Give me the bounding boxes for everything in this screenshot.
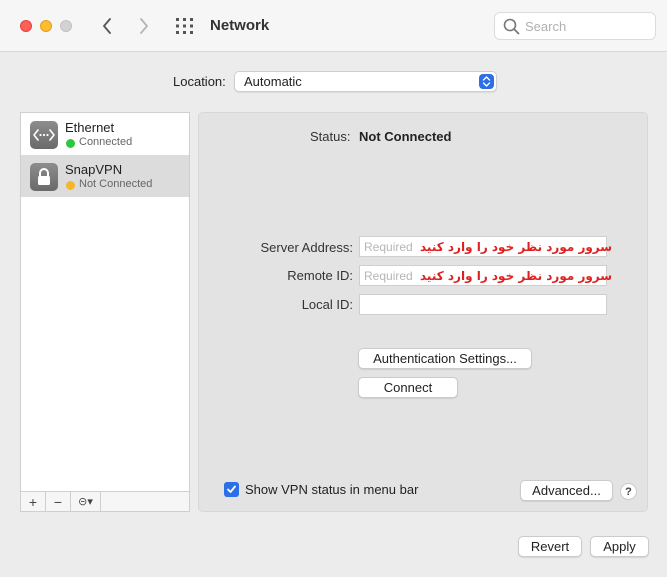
lock-icon <box>30 163 58 191</box>
close-window-button[interactable] <box>20 20 32 32</box>
help-button[interactable]: ? <box>620 483 637 500</box>
window-title: Network <box>210 17 270 34</box>
show-vpn-status-checkbox[interactable] <box>224 482 239 497</box>
service-list-toolbar: + − ⊝▾ <box>20 491 190 512</box>
location-label: Location: <box>173 74 226 89</box>
service-list[interactable]: Ethernet Connected SnapVPN Not Connected <box>20 112 190 492</box>
zoom-window-button[interactable] <box>60 20 72 32</box>
server-address-field[interactable]: سرور مورد نظر خود را وارد کنید <box>359 236 612 257</box>
grid-icon <box>176 18 193 34</box>
advanced-button[interactable]: Advanced... <box>520 480 613 501</box>
add-service-button[interactable]: + <box>21 492 46 511</box>
revert-button[interactable]: Revert <box>518 536 582 557</box>
server-address-label: Server Address: <box>260 240 354 255</box>
local-id-field[interactable] <box>359 294 607 315</box>
apply-button[interactable]: Apply <box>590 536 649 557</box>
updown-stepper-icon <box>479 74 494 89</box>
service-name: Ethernet <box>65 120 115 135</box>
status-dot-icon <box>66 139 75 148</box>
location-select[interactable]: Automatic <box>234 71 497 92</box>
chevron-right-icon <box>140 18 148 34</box>
back-button[interactable] <box>96 14 118 38</box>
status-dot-icon <box>66 181 75 190</box>
chevron-left-icon <box>103 18 111 34</box>
remove-service-button[interactable]: − <box>46 492 71 511</box>
service-item-ethernet[interactable]: Ethernet Connected <box>21 113 189 155</box>
service-item-snapvpn[interactable]: SnapVPN Not Connected <box>21 155 189 197</box>
service-name: SnapVPN <box>65 162 123 177</box>
local-id-input[interactable] <box>360 295 606 314</box>
status-label: Status: <box>310 129 351 144</box>
service-actions-menu-button[interactable]: ⊝▾ <box>71 492 101 511</box>
connect-button[interactable]: Connect <box>358 377 458 398</box>
search-field[interactable] <box>494 12 656 40</box>
remote-id-field[interactable]: سرور مورد نظر خود را وارد کنید <box>359 265 612 286</box>
local-id-label: Local ID: <box>301 297 353 312</box>
show-vpn-status-label: Show VPN status in menu bar <box>245 482 419 497</box>
forward-button[interactable] <box>133 14 155 38</box>
service-status: Connected <box>79 136 133 148</box>
search-input[interactable] <box>525 17 649 35</box>
minimize-window-button[interactable] <box>40 20 52 32</box>
search-icon <box>503 18 520 35</box>
network-preferences-window: Network Location: Automatic <box>0 0 667 577</box>
service-status: Not Connected <box>79 178 153 190</box>
location-value: Automatic <box>244 74 302 89</box>
checkmark-icon <box>227 485 236 493</box>
show-all-button[interactable] <box>175 17 195 35</box>
titlebar: Network <box>0 0 667 52</box>
authentication-settings-button[interactable]: Authentication Settings... <box>358 348 532 369</box>
ethernet-icon <box>30 121 58 149</box>
status-value: Not Connected <box>359 129 452 144</box>
server-address-annotation: سرور مورد نظر خود را وارد کنید <box>420 240 613 254</box>
remote-id-label: Remote ID: <box>287 268 353 283</box>
remote-id-annotation: سرور مورد نظر خود را وارد کنید <box>420 269 613 283</box>
